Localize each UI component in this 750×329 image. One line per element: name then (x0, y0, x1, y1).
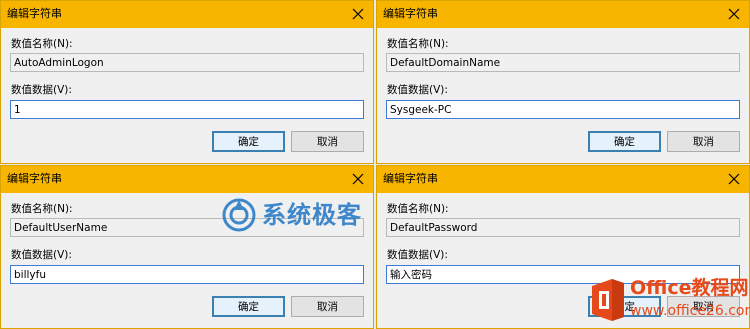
dialog-title: 编辑字符串 (7, 7, 62, 20)
value-name-label: 数值名称(N): (387, 203, 449, 215)
office-logo-icon (592, 279, 624, 321)
value-data-label: 数值数据(V): (387, 84, 448, 96)
sysgeek-watermark: 系统极客 (222, 198, 362, 232)
edit-string-dialog-3: 编辑字符串 数值名称(N): 数值数据(V): 确定 取消 (0, 165, 374, 329)
dialog-title: 编辑字符串 (383, 172, 438, 185)
title-bar: 编辑字符串 (1, 1, 373, 28)
dialog-title: 编辑字符串 (7, 172, 62, 185)
ok-button[interactable]: 确定 (588, 131, 661, 152)
office-badge-url: www.office26.com (630, 303, 750, 319)
value-name-field[interactable] (386, 218, 740, 237)
value-data-input[interactable] (10, 100, 364, 119)
value-data-label: 数值数据(V): (11, 84, 72, 96)
watermark-text: 系统极客 (262, 201, 362, 229)
cancel-button[interactable]: 取消 (291, 131, 364, 152)
edit-string-dialog-2: 编辑字符串 数值名称(N): 数值数据(V): 确定 取消 (376, 0, 750, 164)
value-data-input[interactable] (10, 265, 364, 284)
close-icon[interactable] (724, 169, 744, 189)
value-data-label: 数值数据(V): (11, 249, 72, 261)
office-badge: Office教程网 www.office26.com (586, 272, 750, 329)
close-icon[interactable] (724, 4, 744, 24)
title-bar: 编辑字符串 (377, 1, 749, 28)
title-bar: 编辑字符串 (377, 166, 749, 193)
edit-string-dialog-1: 编辑字符串 数值名称(N): 数值数据(V): 确定 取消 (0, 0, 374, 164)
close-icon[interactable] (348, 169, 368, 189)
value-name-label: 数值名称(N): (11, 38, 73, 50)
sysgeek-logo-icon (222, 198, 256, 232)
dialog-title: 编辑字符串 (383, 7, 438, 20)
title-bar: 编辑字符串 (1, 166, 373, 193)
cancel-button[interactable]: 取消 (667, 131, 740, 152)
ok-button[interactable]: 确定 (212, 296, 285, 317)
value-data-input[interactable] (386, 100, 740, 119)
value-name-field[interactable] (386, 53, 740, 72)
value-name-label: 数值名称(N): (387, 38, 449, 50)
cancel-button[interactable]: 取消 (291, 296, 364, 317)
office-badge-title: Office教程网 (630, 277, 749, 299)
close-icon[interactable] (348, 4, 368, 24)
value-name-field[interactable] (10, 53, 364, 72)
ok-button[interactable]: 确定 (212, 131, 285, 152)
value-name-label: 数值名称(N): (11, 203, 73, 215)
value-data-label: 数值数据(V): (387, 249, 448, 261)
